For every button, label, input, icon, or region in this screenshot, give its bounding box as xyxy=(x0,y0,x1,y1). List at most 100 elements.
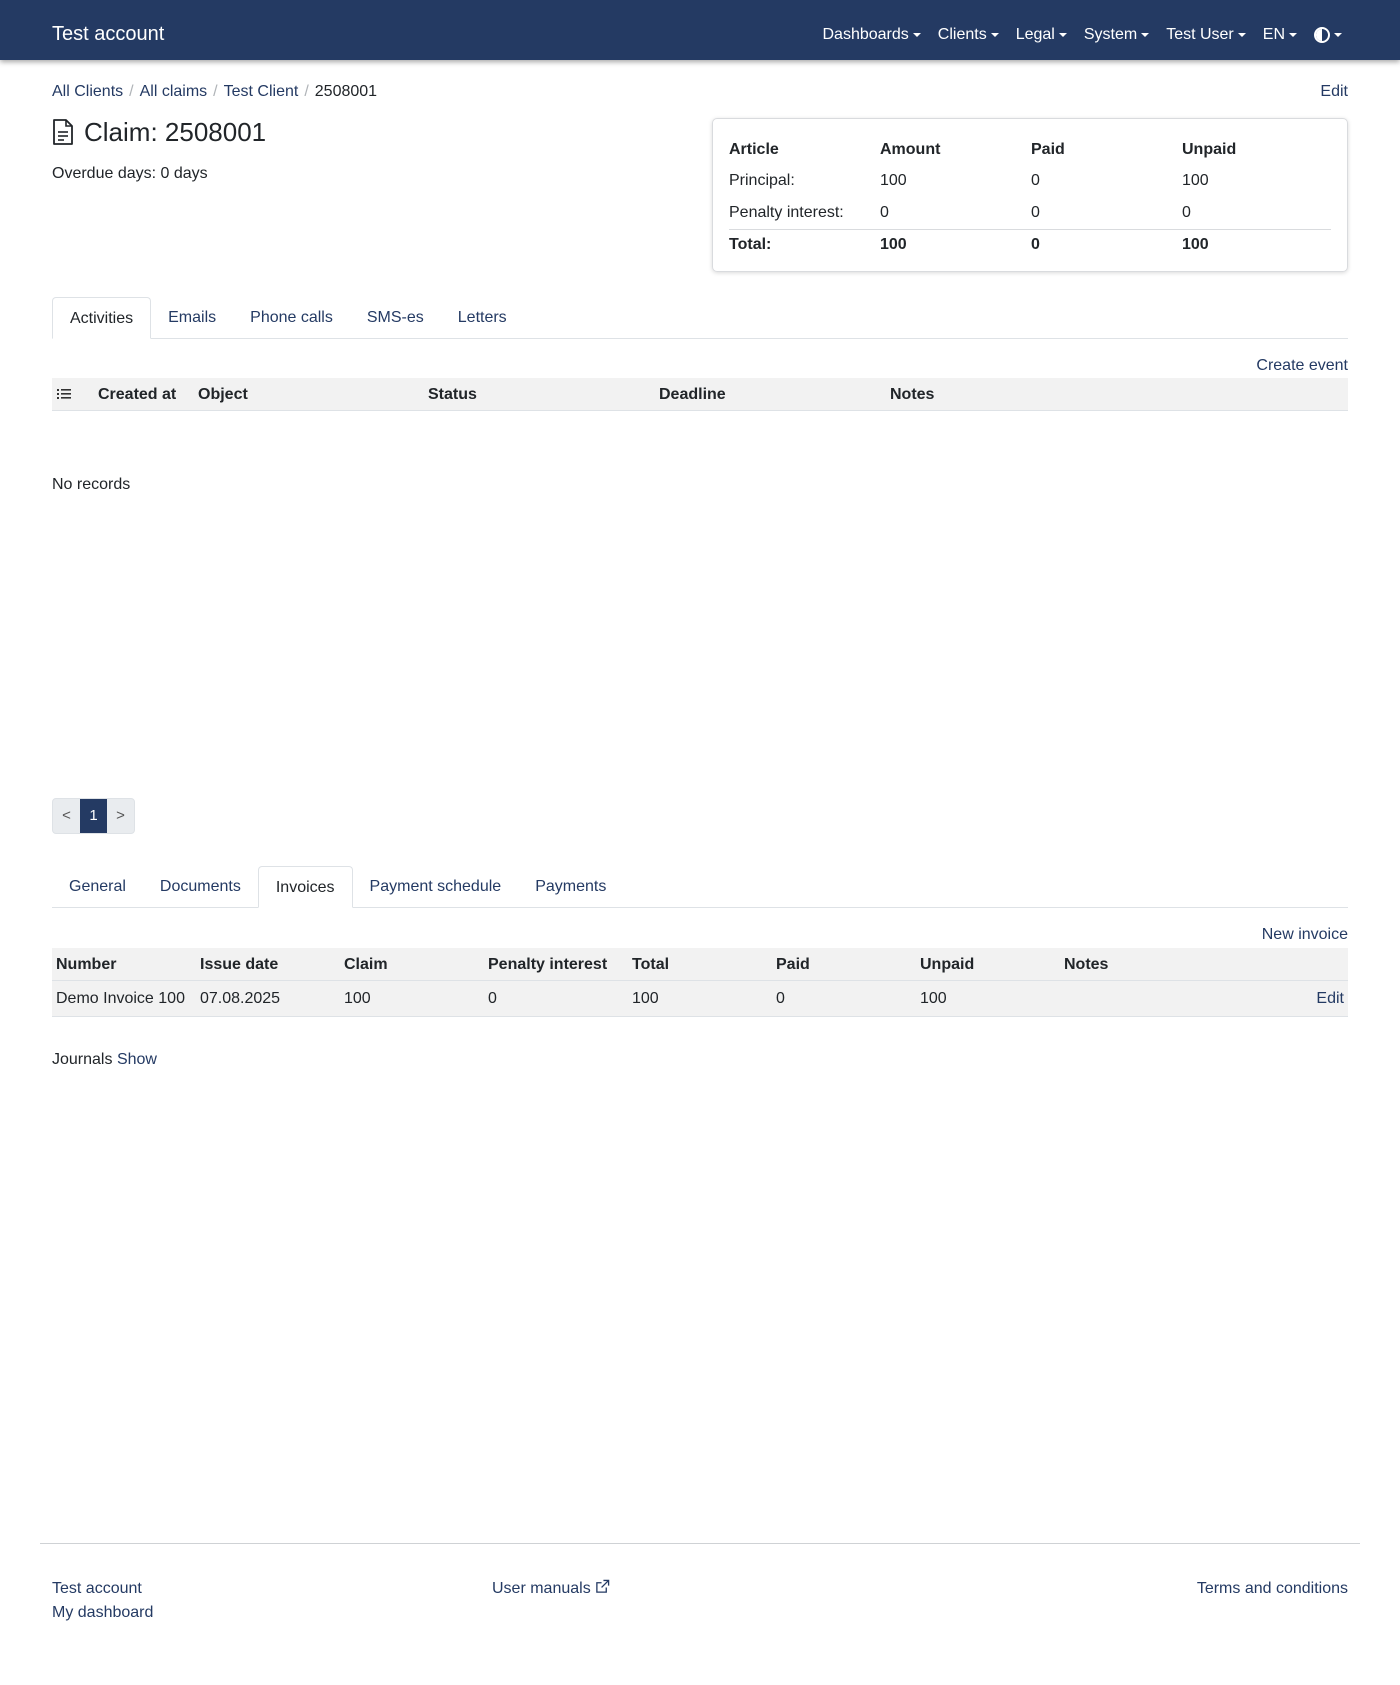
contrast-icon xyxy=(1314,27,1330,43)
invoice-issue-date: 07.08.2025 xyxy=(200,990,281,1007)
invoice-total: 100 xyxy=(632,990,659,1007)
col-paid: Paid xyxy=(776,956,810,973)
col-notes: Notes xyxy=(1064,956,1109,973)
claim-summary-table: Article Amount Paid Unpaid Principal: 10… xyxy=(729,135,1331,261)
invoice-penalty-interest: 0 xyxy=(488,990,497,1007)
summary-cell: 0 xyxy=(1031,203,1040,221)
caret-down-icon xyxy=(990,33,999,37)
nav-language[interactable]: EN xyxy=(1263,26,1297,44)
nav-clients[interactable]: Clients xyxy=(938,26,999,44)
footer-center: User manuals xyxy=(492,1577,610,1601)
nav-language-label: EN xyxy=(1262,26,1285,43)
breadcrumb-separator: / xyxy=(213,83,218,100)
tab-payments[interactable]: Payments xyxy=(518,866,623,908)
nav-user-label: Test User xyxy=(1166,26,1234,43)
edit-claim-link[interactable]: Edit xyxy=(1320,82,1348,102)
pagination-page[interactable]: 1 xyxy=(80,799,107,833)
new-invoice-link[interactable]: New invoice xyxy=(1262,925,1348,945)
summary-row-total: Total: 100 0 100 xyxy=(729,228,1331,261)
tab-letters[interactable]: Letters xyxy=(441,297,524,339)
nav-legal[interactable]: Legal xyxy=(1016,26,1067,44)
caret-down-icon xyxy=(1058,33,1067,37)
summary-cell: 0 xyxy=(1031,172,1040,189)
col-deadline[interactable]: Deadline xyxy=(659,378,726,411)
summary-total-cell: 0 xyxy=(1031,228,1182,261)
summary-cell: 100 xyxy=(880,172,907,189)
tab-activities[interactable]: Activities xyxy=(52,297,152,339)
breadcrumb-all-claims[interactable]: All claims xyxy=(140,82,208,102)
pagination-next[interactable]: > xyxy=(107,799,134,833)
detail-tabs: General Documents Invoices Payment sched… xyxy=(52,866,1348,908)
footer-user-manuals-label: User manuals xyxy=(492,1580,591,1597)
nav-clients-label: Clients xyxy=(937,26,987,43)
summary-cell: 0 xyxy=(1182,203,1191,221)
nav-user[interactable]: Test User xyxy=(1166,26,1246,44)
tab-invoices[interactable]: Invoices xyxy=(257,866,353,908)
top-navbar: Test account Dashboards Clients Legal Sy… xyxy=(0,0,1400,60)
summary-header-paid: Paid xyxy=(1031,141,1065,158)
invoice-unpaid: 100 xyxy=(920,990,947,1007)
col-object[interactable]: Object xyxy=(198,378,248,411)
activity-table-header: Created at Object Status Deadline Notes xyxy=(52,378,1348,411)
brand-link[interactable]: Test account xyxy=(52,22,164,46)
summary-row-penalty: Penalty interest: 0 0 0 xyxy=(729,197,1331,229)
col-status[interactable]: Status xyxy=(428,378,477,411)
col-issue-date: Issue date xyxy=(200,956,279,973)
activity-tabs: Activities Emails Phone calls SMS-es Let… xyxy=(52,297,1348,339)
footer-account-link[interactable]: Test account xyxy=(52,1577,153,1601)
invoice-edit-link[interactable]: Edit xyxy=(1316,981,1344,1017)
summary-header-row: Article Amount Paid Unpaid xyxy=(729,135,1331,165)
tab-documents[interactable]: Documents xyxy=(143,866,258,908)
breadcrumb-separator: / xyxy=(304,83,309,100)
pagination: < 1 > xyxy=(52,798,135,834)
caret-down-icon xyxy=(1141,33,1150,37)
tab-emails[interactable]: Emails xyxy=(151,297,233,339)
footer-dashboard-link[interactable]: My dashboard xyxy=(52,1601,153,1625)
summary-total-cell: Total: xyxy=(729,228,880,261)
file-text-icon xyxy=(53,119,73,145)
summary-row-principal: Principal: 100 0 100 xyxy=(729,165,1331,197)
breadcrumb-separator: / xyxy=(129,83,134,100)
table-row: Demo Invoice 100 07.08.2025 100 0 100 0 … xyxy=(52,981,1348,1017)
summary-total-cell: 100 xyxy=(880,228,1031,261)
invoice-paid: 0 xyxy=(776,990,785,1007)
breadcrumb-all-clients[interactable]: All Clients xyxy=(52,82,123,102)
col-unpaid: Unpaid xyxy=(920,956,975,973)
summary-header-article: Article xyxy=(729,141,779,158)
tab-payment-schedule[interactable]: Payment schedule xyxy=(353,866,519,908)
nav-theme-toggle[interactable] xyxy=(1314,27,1342,43)
summary-cell: Principal: xyxy=(729,172,795,189)
col-notes[interactable]: Notes xyxy=(890,378,934,411)
footer-terms-link[interactable]: Terms and conditions xyxy=(1197,1580,1348,1597)
claim-title: Claim: 2508001 xyxy=(84,117,267,147)
col-claim: Claim xyxy=(344,956,388,973)
footer-divider xyxy=(40,1543,1360,1544)
tab-general[interactable]: General xyxy=(52,866,143,908)
footer-user-manuals-link[interactable]: User manuals xyxy=(492,1579,610,1597)
col-created-at[interactable]: Created at xyxy=(98,378,176,411)
nav-system[interactable]: System xyxy=(1083,26,1150,44)
invoice-table-header: Number Issue date Claim Penalty interest… xyxy=(52,948,1348,981)
breadcrumb-test-client[interactable]: Test Client xyxy=(224,82,299,102)
create-event-link[interactable]: Create event xyxy=(1256,356,1348,376)
summary-cell: 0 xyxy=(880,203,889,221)
pagination-prev[interactable]: < xyxy=(53,799,80,833)
page-title: Claim: 2508001 xyxy=(52,116,266,148)
journals-show-link[interactable]: Show xyxy=(117,1051,157,1068)
col-number: Number xyxy=(56,956,117,973)
nav-system-label: System xyxy=(1083,26,1138,43)
empty-state: No records xyxy=(52,476,131,493)
col-total: Total xyxy=(632,956,670,973)
tab-sms-es[interactable]: SMS-es xyxy=(350,297,441,339)
tab-phone-calls[interactable]: Phone calls xyxy=(233,297,350,339)
list-icon[interactable] xyxy=(57,388,71,400)
caret-down-icon xyxy=(1334,33,1342,37)
journals-label: Journals xyxy=(52,1051,113,1068)
nav-dashboards[interactable]: Dashboards xyxy=(823,26,921,44)
nav-dashboards-label: Dashboards xyxy=(822,26,909,43)
journals-section: Journals Show xyxy=(52,1051,157,1069)
breadcrumb: All Clients / All claims / Test Client /… xyxy=(52,82,377,102)
footer-left: Test account My dashboard xyxy=(52,1577,153,1625)
col-penalty-interest: Penalty interest xyxy=(488,956,608,973)
summary-cell: Penalty interest: xyxy=(729,203,844,221)
